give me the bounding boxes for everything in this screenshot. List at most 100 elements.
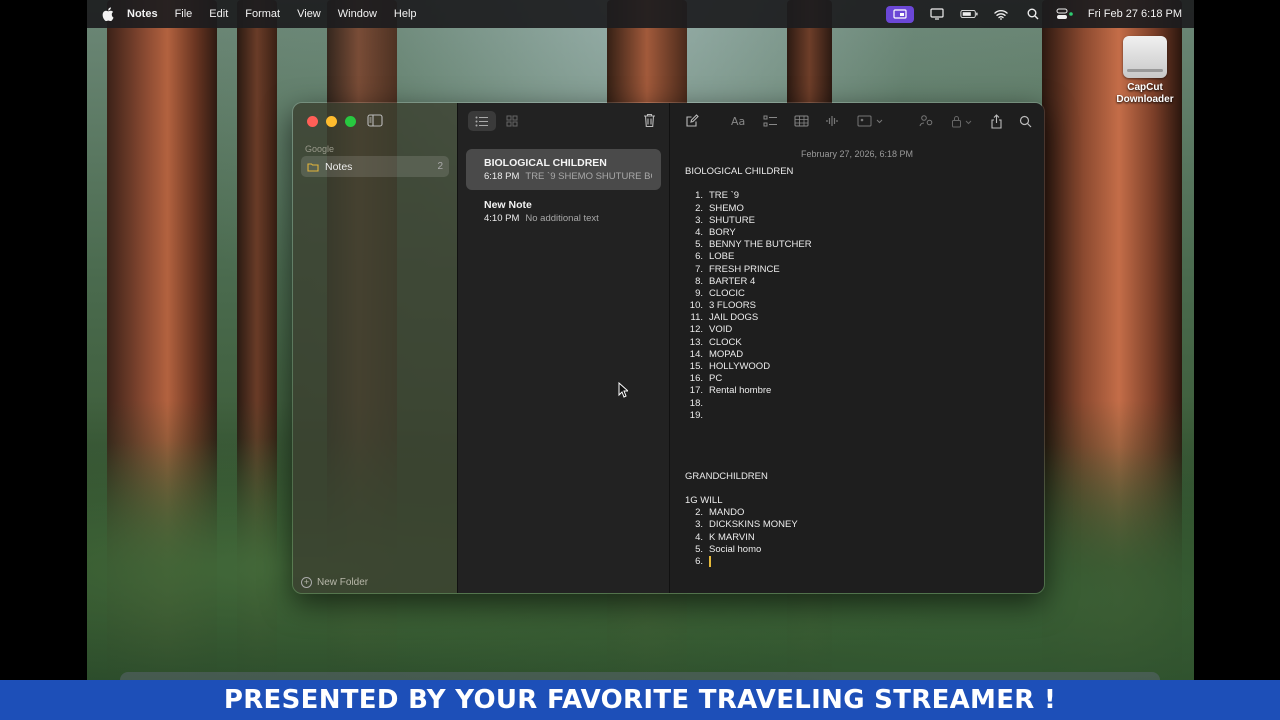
list-item: 13. CLOCK: [685, 337, 1024, 349]
note-date: February 27, 2026, 6:18 PM: [800, 149, 914, 159]
list-item: 3. SHUTURE: [685, 215, 1024, 227]
list-line: 1G WILL: [685, 495, 723, 507]
note-title: BIOLOGICAL CHILDREN: [484, 157, 607, 169]
window-controls: [307, 116, 356, 127]
battery-icon[interactable]: [960, 7, 978, 21]
menu-format[interactable]: Format: [245, 8, 280, 20]
wifi-icon[interactable]: [992, 7, 1010, 21]
display-icon[interactable]: [928, 7, 946, 21]
note-list-item[interactable]: New Note 4:10 PM No additional text: [466, 191, 661, 232]
list-item: 12. VOID: [685, 324, 1024, 336]
list-text: TRE `9: [709, 190, 740, 202]
note-body[interactable]: BIOLOGICAL CHILDREN 1. TRE `9 2. SHEMO 3. SHU…: [685, 166, 1024, 568]
list-item: 6. LOBE: [685, 251, 1024, 263]
list-item: 2. SHEMO: [685, 203, 1024, 215]
note-subtitle: 6:18 PM TRE `9 SHEMO SHUTURE BORY: [484, 171, 652, 182]
compose-icon[interactable]: [684, 114, 700, 128]
list-number: 2.: [695, 507, 703, 519]
list-number: 12.: [689, 324, 703, 336]
list-text: SHUTURE: [709, 214, 755, 226]
list-number: 3.: [695, 214, 703, 226]
note-heading: BIOLOGICAL CHILDREN: [685, 166, 794, 177]
list-item: 18.: [685, 398, 1024, 410]
drive-icon: [1123, 36, 1167, 78]
menu-bar: Notes File Edit Format View Window Help …: [87, 0, 1194, 28]
note-list-item[interactable]: BIOLOGICAL CHILDREN 6:18 PM TRE `9 SHEMO …: [466, 149, 661, 190]
share-icon[interactable]: [988, 113, 1004, 129]
lock-icon[interactable]: [950, 114, 974, 128]
list-item: 4. K MARVIN: [685, 532, 1024, 544]
menu-window[interactable]: Window: [338, 8, 377, 20]
note-time: 6:18 PM: [484, 171, 520, 182]
list-item: 17. Rental hombre: [685, 385, 1024, 397]
trash-icon[interactable]: [643, 113, 657, 129]
list-item: 10. 3 FLOORS: [685, 300, 1024, 312]
plus-circle-icon: +: [301, 577, 312, 588]
list-item: 16. PC: [685, 373, 1024, 385]
list-item: 6.: [685, 556, 1024, 568]
list-item: 1. TRE `9: [685, 190, 1024, 202]
text-format-icon[interactable]: Aa: [730, 114, 750, 128]
minimize-button[interactable]: [326, 116, 337, 127]
note-title: New Note: [484, 199, 532, 211]
mouse-pointer-icon: [618, 381, 630, 398]
close-button[interactable]: [307, 116, 318, 127]
children-list: 1. TRE `9 2. SHEMO 3. SHUTURE 4. BORY 5. BENNY TH…: [685, 190, 1024, 422]
note-editor[interactable]: Aa February 27, 2026, 6:18 PM BIOLOGICAL…: [670, 103, 1044, 593]
list-number: 15.: [689, 361, 703, 372]
stream-banner: PRESENTED BY YOUR FAVORITE TRAVELING STR…: [0, 680, 1280, 720]
control-center-icon[interactable]: [1056, 7, 1074, 21]
desktop-icon-capcut-downloader[interactable]: CapCut Downloader: [1105, 36, 1185, 106]
checklist-icon[interactable]: [762, 114, 778, 128]
gallery-view-icon[interactable]: [498, 111, 526, 131]
list-text: JAIL DOGS: [709, 312, 759, 324]
list-text: BARTER 4: [709, 275, 756, 287]
list-number: 2.: [695, 202, 703, 214]
account-header: Google: [305, 144, 335, 154]
media-icon[interactable]: [856, 114, 886, 128]
folder-name: Notes: [325, 160, 353, 173]
text-caret: [709, 556, 711, 567]
sidebar-toggle-icon[interactable]: [367, 114, 383, 128]
menu-help[interactable]: Help: [394, 8, 417, 20]
list-number: 8.: [695, 275, 703, 287]
list-item: 9. CLOCIC: [685, 288, 1024, 300]
menu-notes[interactable]: Notes: [127, 8, 158, 20]
list-item: 2. MANDO: [685, 507, 1024, 519]
list-number: 10.: [689, 300, 703, 312]
apple-icon[interactable]: [101, 7, 115, 21]
desktop-icon-label: CapCut Downloader: [1105, 82, 1185, 106]
list-text: 3 FLOORS: [709, 300, 756, 312]
menu-edit[interactable]: Edit: [209, 8, 228, 20]
list-item: 15. HOLLYWOOD: [685, 361, 1024, 373]
table-icon[interactable]: [793, 114, 809, 128]
zoom-button[interactable]: [345, 116, 356, 127]
folder-count: 2: [437, 161, 443, 172]
list-item: 7. FRESH PRINCE: [685, 264, 1024, 276]
folder-item-notes[interactable]: Notes 2: [301, 156, 449, 177]
folder-icon: [307, 162, 319, 172]
screen-share-icon[interactable]: [885, 5, 914, 23]
list-item: 5. BENNY THE BUTCHER: [685, 239, 1024, 251]
audio-waveform-icon[interactable]: [824, 114, 840, 128]
list-text: PC: [709, 373, 723, 385]
menu-file[interactable]: File: [175, 8, 193, 20]
new-folder-button[interactable]: + New Folder: [301, 577, 368, 588]
list-view-icon[interactable]: [468, 111, 496, 131]
menu-view[interactable]: View: [297, 8, 321, 20]
search-icon[interactable]: [1024, 7, 1042, 21]
list-number: 11.: [690, 312, 703, 324]
list-text: CLOCK: [709, 336, 742, 348]
list-text: MANDO: [709, 507, 745, 519]
search-icon[interactable]: [1017, 114, 1033, 128]
menubar-clock[interactable]: Fri Feb 27 6:18 PM: [1088, 8, 1182, 20]
list-number: 4.: [695, 226, 703, 238]
list-item: 4. BORY: [685, 227, 1024, 239]
banner-text: PRESENTED BY YOUR FAVORITE TRAVELING STR…: [223, 685, 1057, 715]
list-item: 19.: [685, 410, 1024, 422]
collaborate-icon[interactable]: [918, 114, 934, 128]
